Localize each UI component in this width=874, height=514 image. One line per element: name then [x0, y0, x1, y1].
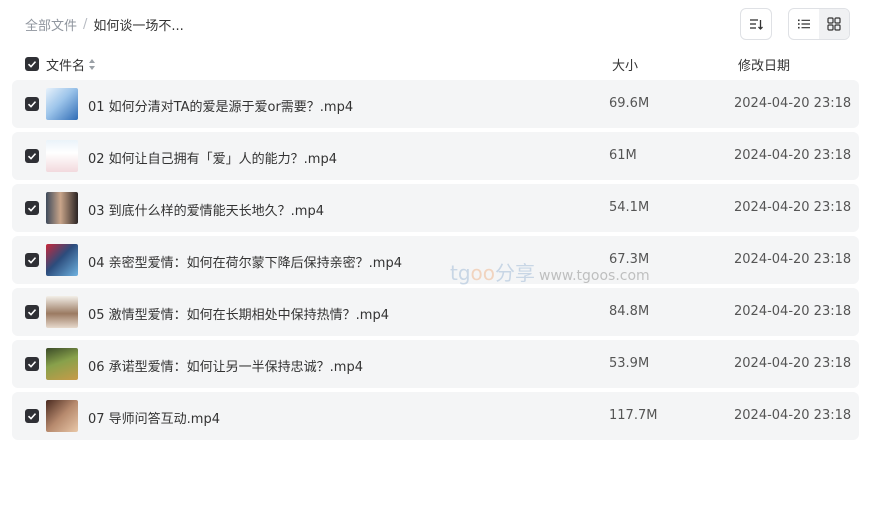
- file-modified-date: 2024-04-20 23:18: [734, 356, 852, 371]
- file-modified-date: 2024-04-20 23:18: [734, 96, 852, 111]
- table-row[interactable]: 02 如何让自己拥有「爱」人的能力？.mp4 61M 2024-04-20 23…: [12, 132, 859, 180]
- video-thumbnail: [46, 192, 78, 224]
- file-modified-date: 2024-04-20 23:18: [734, 304, 852, 319]
- row-checkbox[interactable]: [25, 97, 39, 111]
- breadcrumb-root-link[interactable]: 全部文件: [25, 15, 77, 34]
- row-checkbox[interactable]: [25, 201, 39, 215]
- breadcrumb: 全部文件 / 如何谈一场不...: [25, 15, 184, 34]
- view-toggle: [788, 8, 850, 40]
- date-column-header[interactable]: 修改日期: [738, 55, 790, 74]
- checkmark-icon: [27, 61, 37, 68]
- size-column-header[interactable]: 大小: [612, 55, 638, 74]
- file-size: 53.9M: [609, 356, 650, 371]
- file-modified-date: 2024-04-20 23:18: [734, 252, 852, 267]
- file-size: 61M: [609, 148, 637, 163]
- video-thumbnail: [46, 88, 78, 120]
- table-row[interactable]: 01 如何分清对TA的爱是源于爱or需要？.mp4 69.6M 2024-04-…: [12, 80, 859, 128]
- list-view-icon: [798, 19, 810, 29]
- file-name[interactable]: 01 如何分清对TA的爱是源于爱or需要？.mp4: [88, 96, 353, 115]
- grid-view-button[interactable]: [819, 9, 849, 39]
- video-thumbnail: [46, 296, 78, 328]
- table-row[interactable]: 07 导师问答互动.mp4 117.7M 2024-04-20 23:18: [12, 392, 859, 440]
- watermark: tgoo分享 www.tgoos.com: [450, 257, 650, 286]
- file-modified-date: 2024-04-20 23:18: [734, 408, 852, 423]
- name-column-header[interactable]: 文件名: [46, 55, 96, 74]
- name-column-label: 文件名: [46, 59, 86, 74]
- list-view-button[interactable]: [789, 9, 819, 39]
- checkmark-icon: [27, 413, 37, 420]
- checkmark-icon: [27, 205, 37, 212]
- file-size: 69.6M: [609, 96, 650, 111]
- file-list: 01 如何分清对TA的爱是源于爱or需要？.mp4 69.6M 2024-04-…: [12, 80, 859, 444]
- file-size: 117.7M: [609, 408, 658, 423]
- table-row[interactable]: 04 亲密型爱情：如何在荷尔蒙下降后保持亲密？.mp4 67.3M 2024-0…: [12, 236, 859, 284]
- checkmark-icon: [27, 309, 37, 316]
- watermark-logo: tgoo分享: [450, 261, 536, 285]
- checkmark-icon: [27, 101, 37, 108]
- row-checkbox[interactable]: [25, 149, 39, 163]
- table-row[interactable]: 05 激情型爱情：如何在长期相处中保持热情？.mp4 84.8M 2024-04…: [12, 288, 859, 336]
- select-all-checkbox[interactable]: [25, 57, 39, 71]
- file-modified-date: 2024-04-20 23:18: [734, 200, 852, 215]
- watermark-url: www.tgoos.com: [539, 268, 650, 284]
- file-size: 54.1M: [609, 200, 650, 215]
- file-size: 84.8M: [609, 304, 650, 319]
- sort-button[interactable]: [740, 8, 772, 40]
- table-row[interactable]: 03 到底什么样的爱情能天长地久？.mp4 54.1M 2024-04-20 2…: [12, 184, 859, 232]
- checkmark-icon: [27, 257, 37, 264]
- file-name[interactable]: 05 激情型爱情：如何在长期相处中保持热情？.mp4: [88, 304, 389, 323]
- file-name[interactable]: 04 亲密型爱情：如何在荷尔蒙下降后保持亲密？.mp4: [88, 252, 402, 271]
- sort-toggle-icon[interactable]: [89, 58, 96, 71]
- video-thumbnail: [46, 400, 78, 432]
- top-bar: 全部文件 / 如何谈一场不...: [0, 0, 874, 48]
- breadcrumb-separator: /: [83, 17, 88, 32]
- breadcrumb-current-folder: 如何谈一场不...: [93, 19, 184, 34]
- file-name[interactable]: 06 承诺型爱情：如何让另一半保持忠诚？.mp4: [88, 356, 363, 375]
- video-thumbnail: [46, 244, 78, 276]
- row-checkbox[interactable]: [25, 305, 39, 319]
- file-name[interactable]: 07 导师问答互动.mp4: [88, 408, 220, 427]
- row-checkbox[interactable]: [25, 357, 39, 371]
- checkmark-icon: [27, 361, 37, 368]
- table-row[interactable]: 06 承诺型爱情：如何让另一半保持忠诚？.mp4 53.9M 2024-04-2…: [12, 340, 859, 388]
- video-thumbnail: [46, 348, 78, 380]
- checkmark-icon: [27, 153, 37, 160]
- row-checkbox[interactable]: [25, 253, 39, 267]
- sort-desc-icon: [750, 19, 763, 30]
- grid-view-icon: [827, 17, 841, 31]
- video-thumbnail: [46, 140, 78, 172]
- table-header: 文件名 大小 修改日期: [12, 52, 859, 76]
- row-checkbox[interactable]: [25, 409, 39, 423]
- file-name[interactable]: 03 到底什么样的爱情能天长地久？.mp4: [88, 200, 324, 219]
- file-name[interactable]: 02 如何让自己拥有「爱」人的能力？.mp4: [88, 148, 337, 167]
- file-modified-date: 2024-04-20 23:18: [734, 148, 852, 163]
